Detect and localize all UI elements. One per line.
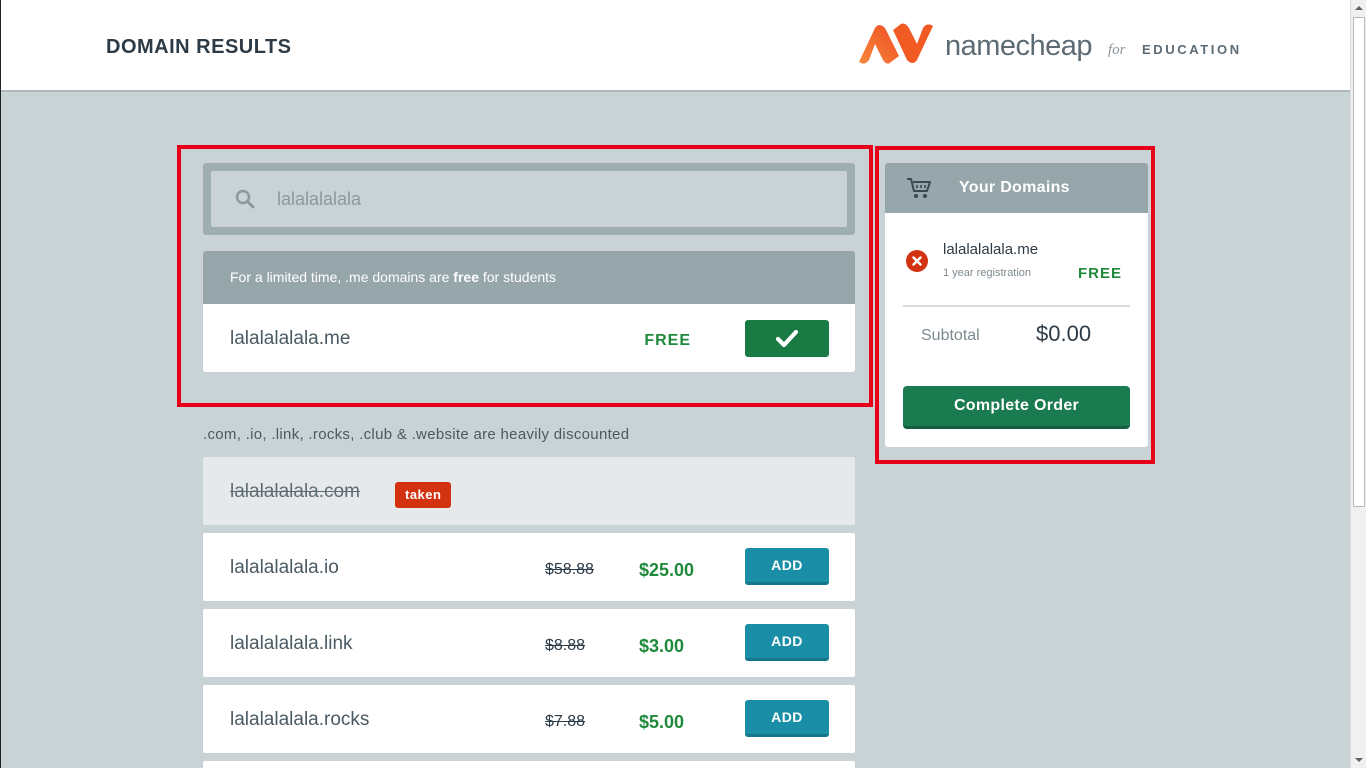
domain-row-taken: lalalalalala.com taken xyxy=(203,457,855,525)
selected-check-button[interactable] xyxy=(745,320,829,357)
cart-item-term: 1 year registration xyxy=(943,267,1032,279)
discounted-price: $25.00 xyxy=(639,560,695,580)
cart-item-price: FREE xyxy=(1077,265,1122,282)
domain-row: lalalalalala.link $8.88 $3.00 ADD xyxy=(203,609,855,677)
namecheap-logo-icon xyxy=(859,23,933,64)
remove-icon[interactable] xyxy=(906,250,928,272)
chevron-up-icon xyxy=(1355,6,1363,10)
vertical-scrollbar[interactable] xyxy=(1350,0,1366,768)
page-title: DOMAIN RESULTS xyxy=(106,36,292,58)
brand-name: namecheap xyxy=(945,30,1093,62)
cart-panel: Your Domains lalalalalala.me 1 year regi… xyxy=(885,163,1148,447)
domain-name: lalalalalala.com xyxy=(230,481,360,502)
cart-header: Your Domains xyxy=(885,163,1148,213)
domain-row: lalalalalala.io $58.88 $25.00 ADD xyxy=(203,533,855,601)
brand-for-text: for xyxy=(1108,42,1126,58)
brand-education-text: EDUCATION xyxy=(1142,42,1242,57)
cart-title: Your Domains xyxy=(959,179,1070,196)
domain-name: lalalalalala.link xyxy=(230,633,353,654)
taken-badge: taken xyxy=(395,482,452,508)
original-price: $8.88 xyxy=(545,637,586,654)
search-box xyxy=(211,171,847,227)
discount-note: .com, .io, .link, .rocks, .club & .websi… xyxy=(203,426,630,443)
cart-icon xyxy=(907,178,931,198)
page: DOMAIN RESULTS namecheap for EDUCATION l… xyxy=(0,0,1366,768)
window-edge xyxy=(0,0,1,768)
subtotal-value: $0.00 xyxy=(1036,321,1092,346)
subtotal-label: Subtotal xyxy=(921,327,980,344)
original-price: $58.88 xyxy=(545,561,594,578)
checkmark-icon xyxy=(776,330,798,347)
chevron-down-icon xyxy=(1355,758,1363,762)
domain-name: lalalalalala.io xyxy=(230,557,339,578)
domain-name: lalalalalala.me xyxy=(230,328,351,349)
discounted-price: $3.00 xyxy=(639,636,685,656)
scroll-down-button[interactable] xyxy=(1351,752,1366,768)
add-button[interactable]: ADD xyxy=(745,700,829,737)
original-price: $7.88 xyxy=(545,713,586,730)
close-icon xyxy=(912,256,922,266)
domain-row: lalalalalala.rocks $7.88 $5.00 ADD xyxy=(203,685,855,753)
site-header: DOMAIN RESULTS namecheap for EDUCATION xyxy=(1,0,1350,92)
search-bar xyxy=(203,163,855,235)
free-price-label: FREE xyxy=(644,332,691,349)
complete-order-button[interactable]: Complete Order xyxy=(903,386,1130,429)
domain-row-partial xyxy=(203,761,855,768)
promo-banner: For a limited time, .me domains are free… xyxy=(203,251,855,304)
scroll-thumb[interactable] xyxy=(1353,17,1365,507)
promo-text-bold: free xyxy=(453,269,479,285)
domain-name: lalalalalala.rocks xyxy=(230,709,370,730)
add-button[interactable]: ADD xyxy=(745,548,829,585)
discounted-price: $5.00 xyxy=(639,712,685,732)
promo-text-end: for students xyxy=(478,269,557,285)
cart-body: lalalalalala.me 1 year registration FREE… xyxy=(885,213,1148,447)
scroll-up-button[interactable] xyxy=(1351,0,1366,16)
search-icon xyxy=(235,189,255,209)
add-button[interactable]: ADD xyxy=(745,624,829,661)
divider xyxy=(903,305,1130,307)
search-input[interactable] xyxy=(277,171,837,227)
domain-row-me: lalalalalala.me FREE xyxy=(203,304,855,372)
cart-item-domain: lalalalalala.me xyxy=(943,241,1039,258)
promo-text-start: For a limited time, .me domains are xyxy=(230,269,454,285)
